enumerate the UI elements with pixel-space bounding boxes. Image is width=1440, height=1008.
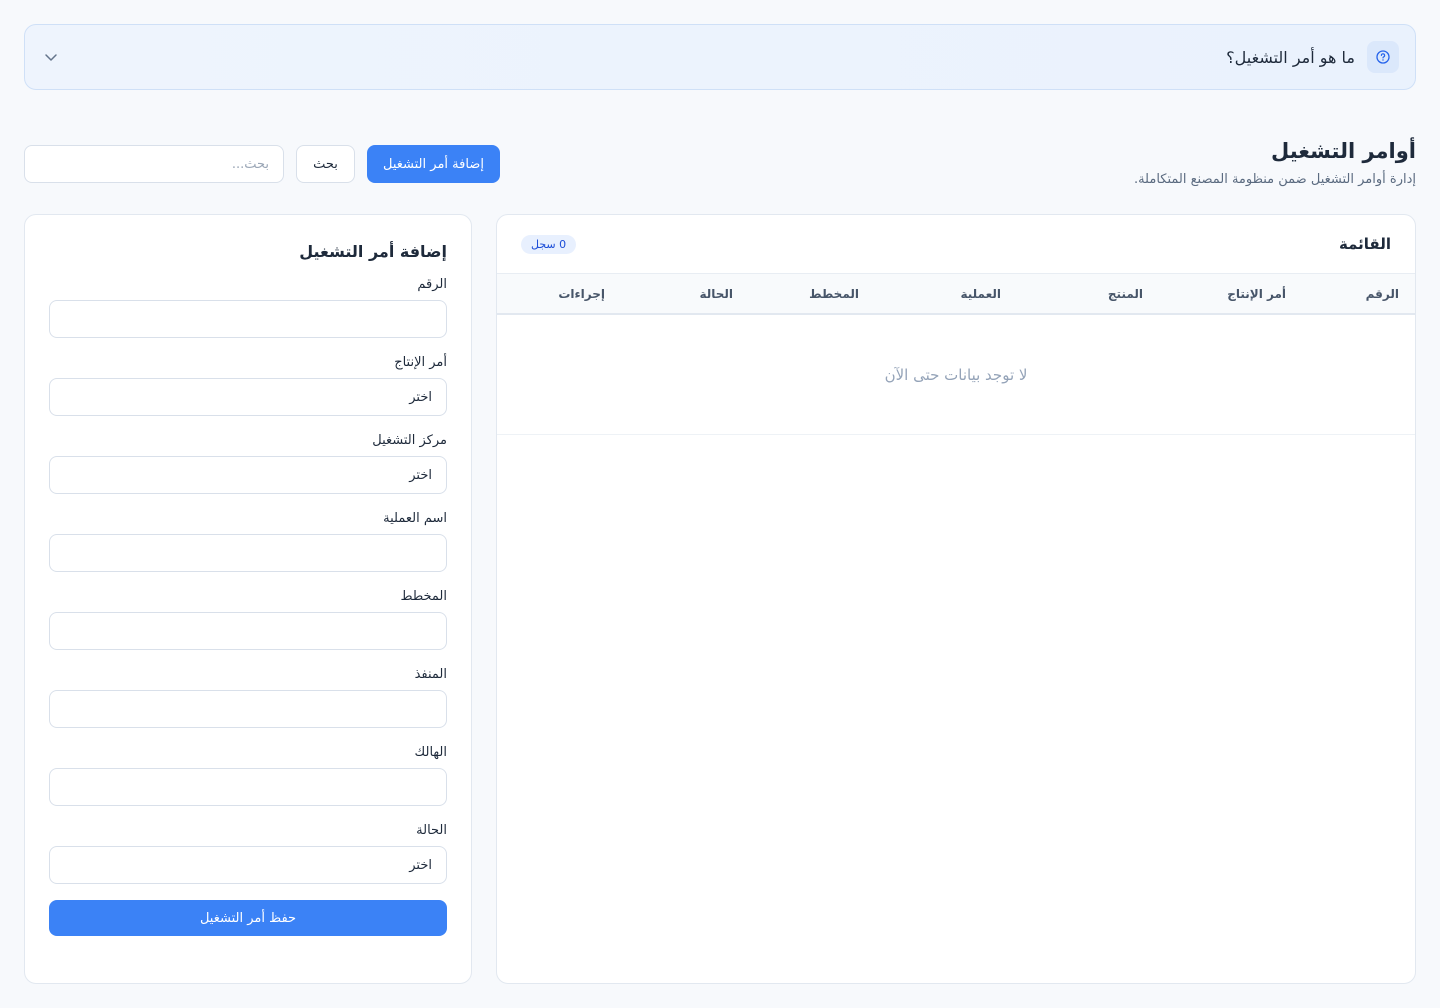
search-input[interactable]: [24, 145, 284, 183]
toolbar: بحث إضافة أمر التشغيل: [24, 145, 500, 183]
field-status: الحالة اختر: [49, 823, 447, 884]
number-input[interactable]: [49, 300, 447, 338]
page: ما هو أمر التشغيل؟ أوامر التشغيل إدارة أ…: [0, 0, 1440, 1008]
scrap-input[interactable]: [49, 768, 447, 806]
operation-name-input[interactable]: [49, 534, 447, 572]
add-operation-order-button[interactable]: إضافة أمر التشغيل: [367, 145, 500, 183]
column-header-planned[interactable]: المخطط: [733, 287, 859, 301]
count-badge: 0 سجل: [521, 234, 577, 254]
field-label: الهالك: [414, 745, 447, 760]
chevron-down-icon[interactable]: [41, 47, 61, 67]
help-title: ما هو أمر التشغيل؟: [1226, 47, 1355, 67]
page-subtitle: إدارة أوامر التشغيل ضمن منظومة المصنع ال…: [1133, 172, 1416, 187]
field-planned: المخطط: [49, 589, 447, 650]
search-button[interactable]: بحث: [296, 145, 355, 183]
field-label: أمر الإنتاج: [394, 355, 447, 370]
column-header-product[interactable]: المنتج: [1001, 287, 1143, 301]
field-label: مركز التشغيل: [372, 433, 447, 448]
column-header-production-order[interactable]: أمر الإنتاج: [1143, 287, 1286, 301]
column-header-status[interactable]: الحالة: [605, 287, 733, 301]
column-header-number[interactable]: الرقم: [1286, 287, 1399, 301]
list-title: القائمة: [1339, 235, 1391, 253]
form-title: إضافة أمر التشغيل: [299, 242, 447, 261]
field-label: المنفذ: [414, 667, 447, 682]
field-operation-name: اسم العملية: [49, 511, 447, 572]
production-order-select[interactable]: اختر: [49, 378, 447, 416]
table-header: الرقم أمر الإنتاج المنتج العملية المخطط …: [497, 273, 1415, 315]
field-executed: المنفذ: [49, 667, 447, 728]
field-label: اسم العملية: [383, 511, 447, 526]
column-header-actions: إجراءات: [558, 286, 605, 301]
field-label: الرقم: [417, 277, 447, 292]
work-center-select[interactable]: اختر: [49, 456, 447, 494]
planned-input[interactable]: [49, 612, 447, 650]
list-card: القائمة 0 سجل الرقم أمر الإنتاج المنتج ا…: [496, 214, 1416, 984]
help-accordion[interactable]: ما هو أمر التشغيل؟: [24, 24, 1416, 90]
page-title: أوامر التشغيل: [1270, 139, 1416, 163]
field-label: المخطط: [400, 589, 447, 604]
column-header-operation[interactable]: العملية: [859, 287, 1001, 301]
field-production-order: أمر الإنتاج اختر: [49, 355, 447, 416]
field-work-center: مركز التشغيل اختر: [49, 433, 447, 494]
status-select[interactable]: اختر: [49, 846, 447, 884]
help-icon: [1367, 41, 1399, 73]
executed-input[interactable]: [49, 690, 447, 728]
add-form-card: إضافة أمر التشغيل الرقم أمر الإنتاج اختر…: [24, 214, 472, 984]
list-header: القائمة 0 سجل: [497, 215, 1415, 273]
save-button[interactable]: حفظ أمر التشغيل: [49, 900, 447, 936]
field-scrap: الهالك: [49, 745, 447, 806]
field-number: الرقم: [49, 277, 447, 338]
field-label: الحالة: [416, 823, 447, 838]
empty-state: لا توجد بيانات حتى الآن: [497, 315, 1415, 435]
